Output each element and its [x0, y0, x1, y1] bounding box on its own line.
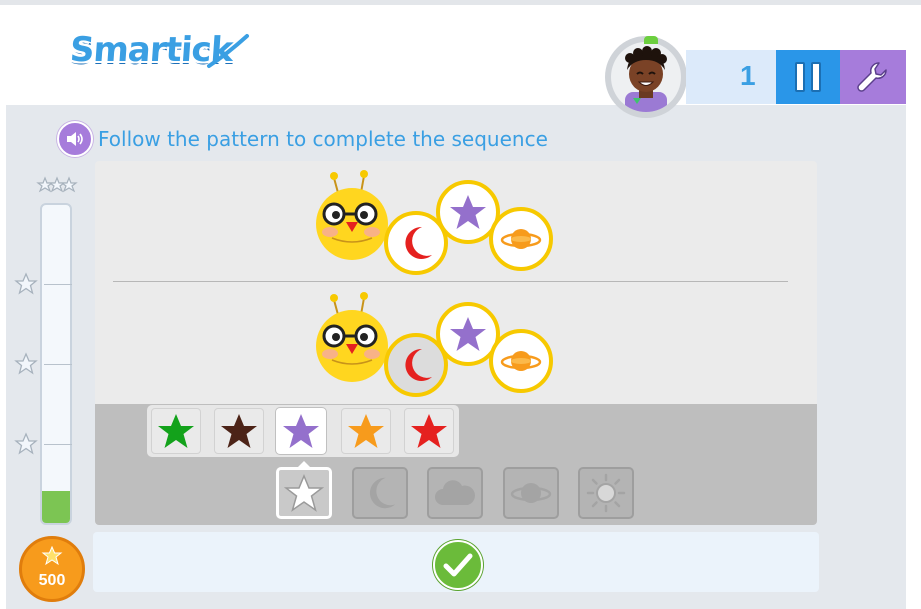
shape-option-sun[interactable] — [578, 467, 634, 519]
color-option-brown[interactable] — [214, 408, 264, 454]
planet-icon — [500, 229, 542, 249]
progress-tick — [44, 364, 72, 365]
cloud-shape-icon — [435, 480, 475, 505]
color-option-red[interactable] — [404, 408, 454, 454]
avatar-progress-arc — [644, 36, 658, 44]
three-stars-icon — [36, 176, 78, 193]
orange-star-icon — [348, 414, 384, 448]
progress-tick — [44, 444, 72, 445]
moon-shape-icon — [369, 477, 396, 509]
milestone-star-icon — [14, 272, 38, 295]
submit-button[interactable] — [433, 540, 483, 590]
logo-swoosh-icon — [207, 34, 249, 68]
brown-star-icon — [221, 414, 257, 448]
level-counter — [686, 50, 776, 104]
speaker-icon — [67, 132, 83, 146]
pause-icon — [795, 62, 805, 92]
shape-option-moon[interactable] — [352, 467, 408, 519]
color-option-green[interactable] — [151, 408, 201, 454]
shape-option-planet[interactable] — [503, 467, 559, 519]
purple-star-icon — [450, 195, 486, 229]
shape-option-cloud[interactable] — [427, 467, 483, 519]
color-option-orange[interactable] — [341, 408, 391, 454]
caterpillar-head-icon — [316, 292, 388, 382]
star-shape-icon — [284, 474, 324, 512]
milestone-star-icon — [14, 352, 38, 375]
crescent-moon-icon — [405, 226, 432, 259]
progress-fill — [42, 491, 70, 523]
answer-slot-planet[interactable] — [489, 329, 553, 393]
checkmark-icon — [443, 553, 473, 577]
progress-tick — [44, 284, 72, 285]
milestone-star-icon — [14, 432, 38, 455]
crescent-moon-icon — [405, 348, 432, 381]
wrench-icon — [857, 62, 887, 92]
pause-button[interactable] — [776, 50, 840, 104]
red-star-icon — [411, 414, 447, 448]
color-option-purple[interactable] — [276, 408, 326, 454]
level-number: 1 — [740, 60, 756, 91]
score-coin: 500 — [19, 536, 85, 602]
purple-star-icon — [450, 317, 486, 351]
question-row: Follow the pattern to complete the seque… — [57, 121, 548, 157]
shape-option-star[interactable] — [276, 467, 332, 519]
pause-icon-bar — [811, 62, 821, 92]
child-avatar-icon — [611, 42, 681, 112]
speaker-button[interactable] — [57, 121, 93, 157]
sun-shape-icon — [586, 473, 626, 513]
caterpillar-head-icon — [316, 170, 388, 260]
sequence-divider — [113, 281, 788, 282]
avatar[interactable] — [605, 36, 687, 118]
sequence-item-planet — [489, 207, 553, 271]
star-icon — [41, 546, 63, 566]
planet-shape-icon — [510, 483, 552, 503]
green-star-icon — [158, 414, 194, 448]
question-text: Follow the pattern to complete the seque… — [98, 127, 548, 151]
planet-icon — [500, 351, 542, 371]
tools-button[interactable] — [840, 50, 906, 104]
purple-star-icon — [283, 414, 319, 448]
score-value: 500 — [38, 572, 66, 589]
